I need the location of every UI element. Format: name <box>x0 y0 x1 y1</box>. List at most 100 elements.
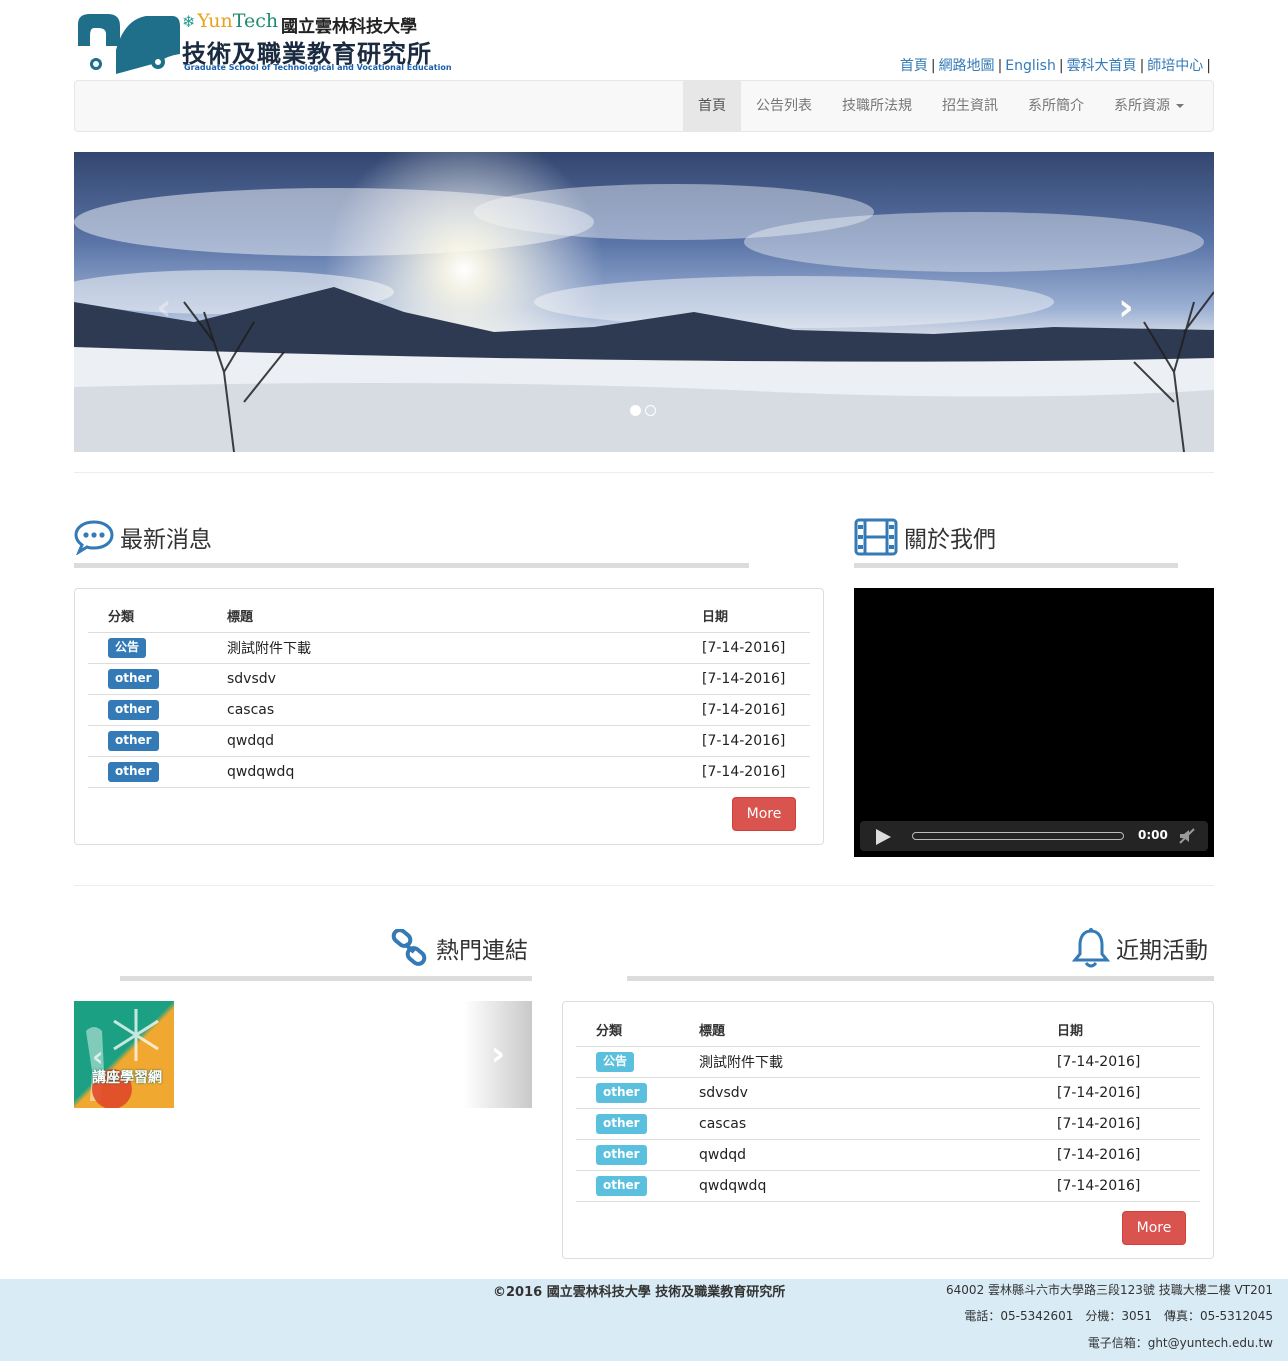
date-cell: [7-14-2016] <box>682 632 810 664</box>
category-cell: 公告 <box>576 1046 679 1078</box>
footer-address: 64002 雲林縣斗六市大學路三段123號 技職大樓二樓 VT201 <box>946 1283 1273 1297</box>
event-link[interactable]: cascas <box>679 1108 1037 1140</box>
table-row[interactable]: other qwdqd [7-14-2016] <box>576 1139 1200 1171</box>
news-panel: 分類 標題 日期 公告 測試附件下載 [7-14-2016] other sdv… <box>74 588 824 845</box>
toplink-home[interactable]: 首頁 <box>900 58 928 74</box>
event-link[interactable]: 測試附件下載 <box>679 1046 1037 1078</box>
category-cell: other <box>88 663 207 695</box>
news-section-title: 最新消息 <box>74 517 212 557</box>
table-row[interactable]: other qwdqwdq [7-14-2016] <box>88 756 810 788</box>
nav-item-resources-label: 系所資源 <box>1114 98 1170 114</box>
col-header-title: 標題 <box>679 1014 1037 1047</box>
table-row[interactable]: other qwdqwdq [7-14-2016] <box>576 1170 1200 1202</box>
toplink-sitemap[interactable]: 網路地圖 <box>939 58 995 74</box>
video-player[interactable]: 0:00 <box>854 588 1214 857</box>
category-cell: 公告 <box>88 632 207 664</box>
nav-menu: 首頁 公告列表 技職所法規 招生資訊 系所簡介 系所資源 <box>683 81 1199 131</box>
nav-item-announcements[interactable]: 公告列表 <box>741 81 827 131</box>
volume-muted-icon[interactable] <box>1178 827 1196 845</box>
video-progress-track[interactable] <box>912 832 1124 840</box>
play-icon[interactable] <box>876 829 891 845</box>
table-row[interactable]: 公告 測試附件下載 [7-14-2016] <box>576 1046 1200 1078</box>
comment-dots-icon <box>74 519 114 555</box>
category-badge[interactable]: other <box>596 1175 647 1196</box>
toplink-separator: | <box>997 58 1003 74</box>
events-panel: 分類 標題 日期 公告 測試附件下載 [7-14-2016] other sdv… <box>562 1001 1214 1259</box>
about-section-title: 關於我們 <box>854 517 996 557</box>
divider <box>74 472 1214 473</box>
category-cell: other <box>88 756 207 788</box>
news-link[interactable]: qwdqwdq <box>207 756 682 788</box>
news-link[interactable]: qwdqd <box>207 725 682 757</box>
links-section-title: 熱門連結 <box>390 928 528 968</box>
news-link[interactable]: 測試附件下載 <box>207 632 682 664</box>
events-more-button[interactable]: More <box>1122 1211 1186 1245</box>
news-link[interactable]: cascas <box>207 694 682 726</box>
logo-emblem-icon <box>78 14 180 74</box>
links-prev-button[interactable]: ‹ <box>92 1040 104 1073</box>
news-more-button[interactable]: More <box>732 797 796 831</box>
category-badge[interactable]: other <box>108 668 159 689</box>
category-badge[interactable]: other <box>596 1144 647 1165</box>
category-badge[interactable]: other <box>108 761 159 782</box>
events-title: 近期活動 <box>1116 938 1208 964</box>
table-row[interactable]: other sdvsdv [7-14-2016] <box>88 663 810 695</box>
footer-phone: 電話：05-5342601 分機：3051 傳真：05-5312045 <box>964 1309 1273 1323</box>
nav-item-home[interactable]: 首頁 <box>683 81 741 131</box>
date-cell: [7-14-2016] <box>682 725 810 757</box>
film-icon <box>854 518 898 556</box>
table-row[interactable]: other cascas [7-14-2016] <box>576 1108 1200 1140</box>
event-link[interactable]: qwdqd <box>679 1139 1037 1171</box>
logo-brand: ❄ YunTech <box>182 10 278 32</box>
col-header-category: 分類 <box>88 600 207 633</box>
events-table-header: 分類 標題 日期 <box>576 1014 1200 1047</box>
category-cell: other <box>576 1108 679 1140</box>
link-item-lecture-network[interactable]: 講座學習網 <box>74 1001 174 1108</box>
toplink-separator: | <box>1206 58 1211 74</box>
category-badge[interactable]: other <box>596 1082 647 1103</box>
video-controls: 0:00 <box>860 821 1208 851</box>
table-row[interactable]: other sdvsdv [7-14-2016] <box>576 1077 1200 1109</box>
date-cell: [7-14-2016] <box>1037 1108 1200 1140</box>
nav-item-regulations[interactable]: 技職所法規 <box>827 81 927 131</box>
table-row[interactable]: other qwdqd [7-14-2016] <box>88 725 810 757</box>
carousel-indicators <box>630 405 656 416</box>
news-table: 分類 標題 日期 公告 測試附件下載 [7-14-2016] other sdv… <box>88 600 810 788</box>
links-next-button[interactable]: › <box>464 1001 532 1108</box>
top-links: 首頁 | 網路地圖 | English | 雲科大首頁 | 師培中心 | <box>900 55 1214 75</box>
table-row[interactable]: other cascas [7-14-2016] <box>88 694 810 726</box>
carousel-indicator[interactable] <box>645 405 656 416</box>
category-cell: other <box>576 1139 679 1171</box>
carousel-indicator[interactable] <box>630 405 641 416</box>
toplink-english[interactable]: English <box>1005 58 1056 74</box>
toplink-separator: | <box>930 58 936 74</box>
events-title-underline <box>627 976 1214 981</box>
event-link[interactable]: sdvsdv <box>679 1077 1037 1109</box>
col-header-date: 日期 <box>682 600 810 633</box>
logo-brand-prefix: Yun <box>197 10 233 32</box>
site-logo[interactable]: ❄ YunTech 國立雲林科技大學 技術及職業教育研究所 Graduate Sc… <box>76 10 452 76</box>
carousel-next-button[interactable]: › <box>1106 287 1146 327</box>
category-badge[interactable]: 公告 <box>108 637 147 658</box>
news-link[interactable]: sdvsdv <box>207 663 682 695</box>
caret-down-icon <box>1176 104 1184 108</box>
category-badge[interactable]: 公告 <box>596 1051 635 1072</box>
category-badge[interactable]: other <box>108 699 159 720</box>
toplink-teacher-center[interactable]: 師培中心 <box>1147 58 1203 74</box>
nav-item-resources-dropdown[interactable]: 系所資源 <box>1099 81 1199 131</box>
toplink-yuntech-home[interactable]: 雲科大首頁 <box>1067 58 1137 74</box>
category-badge[interactable]: other <box>596 1113 647 1134</box>
event-link[interactable]: qwdqwdq <box>679 1170 1037 1202</box>
carousel-prev-button[interactable]: ‹ <box>144 287 184 327</box>
category-badge[interactable]: other <box>108 730 159 751</box>
date-cell: [7-14-2016] <box>682 756 810 788</box>
main-navbar: 首頁 公告列表 技職所法規 招生資訊 系所簡介 系所資源 <box>74 80 1214 132</box>
footer-email[interactable]: 電子信箱：ght@yuntech.edu.tw <box>1088 1334 1273 1351</box>
divider <box>74 885 1214 886</box>
col-header-title: 標題 <box>207 600 682 633</box>
table-row[interactable]: 公告 測試附件下載 [7-14-2016] <box>88 632 810 664</box>
about-title-underline <box>854 563 1178 568</box>
nav-item-admissions[interactable]: 招生資訊 <box>927 81 1013 131</box>
news-table-header: 分類 標題 日期 <box>88 600 810 633</box>
nav-item-about-dept[interactable]: 系所簡介 <box>1013 81 1099 131</box>
